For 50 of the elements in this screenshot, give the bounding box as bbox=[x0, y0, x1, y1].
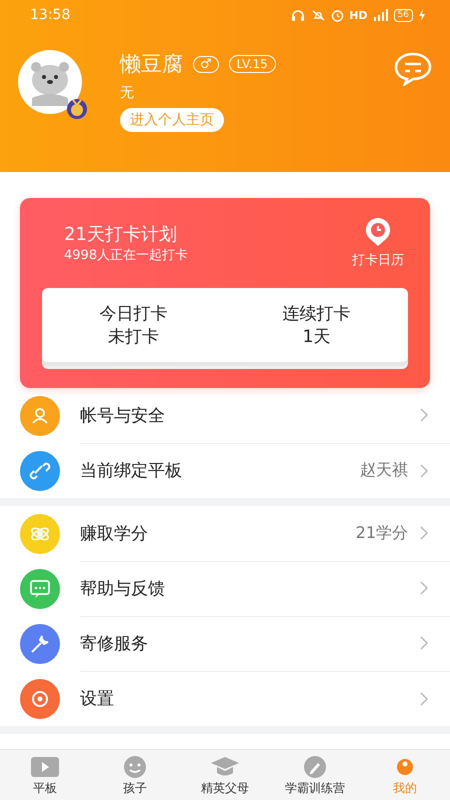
stat-value: 1天 bbox=[302, 326, 330, 348]
menu-item[interactable]: 帮助与反馈 bbox=[0, 561, 450, 616]
tab-label: 学霸训练营 bbox=[285, 780, 345, 796]
menu-item[interactable]: 寄修服务 bbox=[0, 616, 450, 671]
tab-label: 孩子 bbox=[123, 780, 147, 796]
menu-label: 赚取学分 bbox=[80, 522, 149, 544]
tab-label: 我的 bbox=[393, 780, 417, 796]
menu-label: 寄修服务 bbox=[80, 632, 149, 654]
tab[interactable]: 精英父母 bbox=[180, 750, 270, 800]
chevron-icon bbox=[420, 636, 428, 650]
menu-label: 帮助与反馈 bbox=[80, 578, 166, 600]
menu-item[interactable]: 赚取学分 21学分 bbox=[0, 506, 450, 561]
tab-label: 精英父母 bbox=[201, 780, 249, 796]
tab[interactable]: 孩子 bbox=[90, 750, 180, 800]
user-name: 懒豆腐 bbox=[120, 51, 183, 78]
alarm-icon bbox=[331, 8, 344, 22]
tab[interactable]: 平板 bbox=[0, 750, 90, 800]
signal-icon bbox=[372, 9, 389, 21]
battery-level: 56 bbox=[394, 8, 413, 22]
chevron-icon bbox=[420, 464, 428, 478]
chevron-icon bbox=[420, 581, 428, 595]
chevron-icon bbox=[420, 692, 428, 706]
menu-value: 赵天祺 bbox=[360, 460, 408, 481]
tab-label: 平板 bbox=[33, 780, 57, 796]
headphones-icon bbox=[291, 9, 306, 21]
charging-icon bbox=[418, 9, 426, 21]
plan-subtitle: 4998人正在一起打卡 bbox=[64, 247, 188, 264]
level-badge: LV.15 bbox=[228, 55, 276, 73]
bear-avatar bbox=[18, 50, 82, 114]
user-signature: 无 bbox=[120, 84, 134, 102]
plan-title: 21天打卡计划 bbox=[64, 223, 178, 246]
menu-value: 21学分 bbox=[356, 522, 408, 544]
stat-label: 今日打卡 bbox=[100, 303, 168, 325]
tab[interactable]: 学霸训练营 bbox=[270, 750, 360, 800]
clock-pin-icon[interactable] bbox=[364, 217, 392, 247]
chevron-icon bbox=[420, 526, 428, 540]
chevron-icon bbox=[420, 408, 428, 422]
menu-label: 设置 bbox=[80, 688, 115, 710]
menu-label: 帐号与安全 bbox=[80, 404, 166, 426]
menu-item[interactable]: 设置 bbox=[0, 671, 450, 726]
network-label: HD bbox=[349, 8, 368, 22]
status-time: 13:58 bbox=[29, 7, 70, 23]
stat-label: 连续打卡 bbox=[282, 303, 350, 325]
menu-item[interactable]: 帐号与安全 bbox=[0, 388, 450, 443]
message-icon[interactable] bbox=[394, 52, 432, 86]
gender-badge: ♂ bbox=[193, 56, 219, 72]
menu-item[interactable]: 当前绑定平板 赵天祺 bbox=[0, 443, 450, 498]
medal-icon bbox=[66, 98, 88, 120]
menu-label: 当前绑定平板 bbox=[80, 460, 183, 482]
stat-value: 未打卡 bbox=[108, 326, 159, 348]
